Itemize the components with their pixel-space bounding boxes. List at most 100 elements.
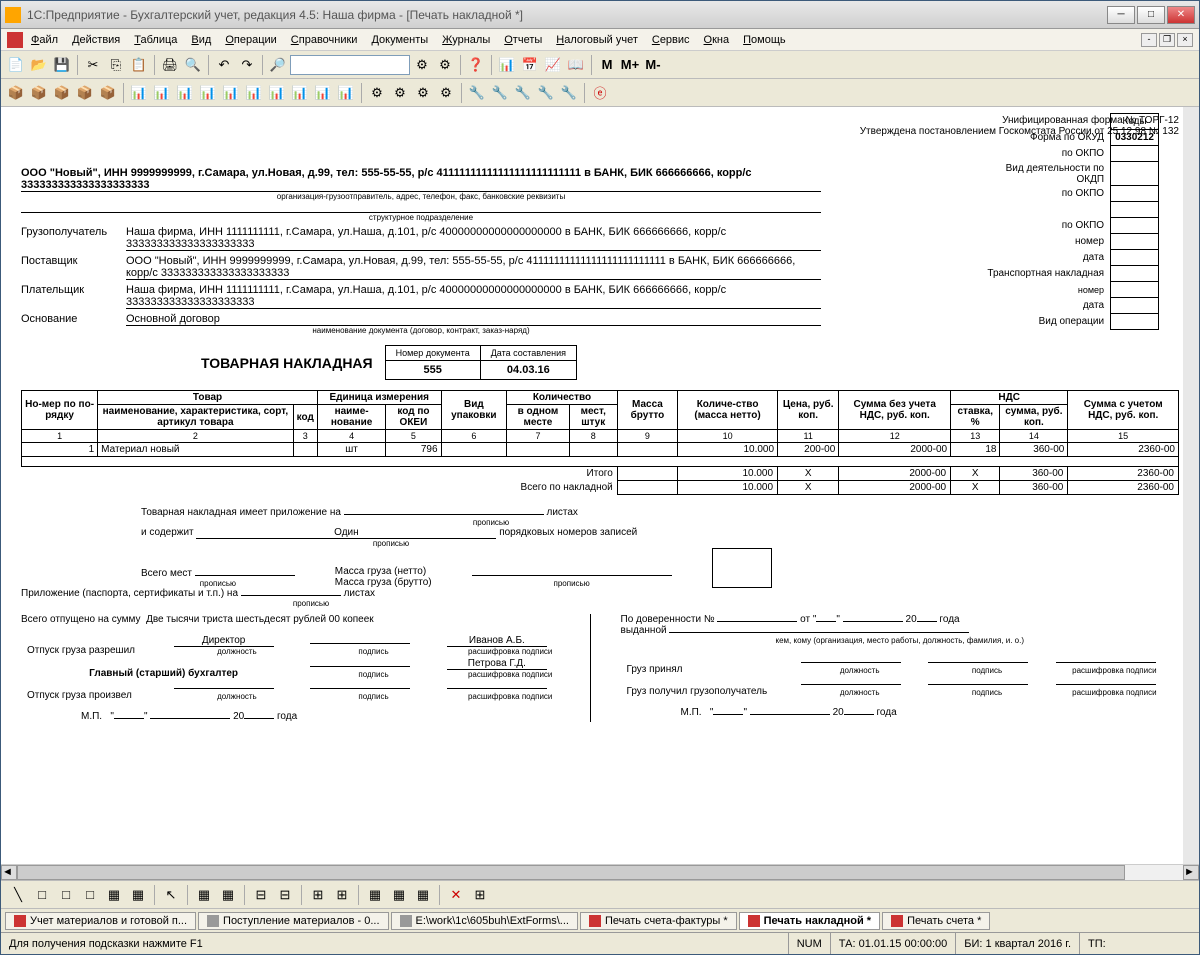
menu-actions[interactable]: Действия	[66, 32, 126, 48]
bt-icon[interactable]: ⊟	[274, 884, 296, 906]
bt-icon[interactable]: □	[79, 884, 101, 906]
tb2-icon[interactable]: ⚙	[389, 82, 411, 104]
tab-icon	[589, 915, 601, 927]
menu-table[interactable]: Таблица	[128, 32, 183, 48]
bt-icon[interactable]: ⊞	[331, 884, 353, 906]
menu-file[interactable]: Файл	[25, 32, 64, 48]
tb2-icon[interactable]: 📦	[74, 82, 96, 104]
tb2-icon[interactable]: ⚙	[435, 82, 457, 104]
tb2-icon[interactable]: 📦	[97, 82, 119, 104]
bt-icon[interactable]: ▦	[217, 884, 239, 906]
menu-help[interactable]: Помощь	[737, 32, 792, 48]
tb2-icon[interactable]: 📦	[5, 82, 27, 104]
mplus-icon[interactable]: M+	[619, 54, 641, 76]
bt-icon[interactable]: ▦	[127, 884, 149, 906]
tab-item[interactable]: Поступление материалов - 0...	[198, 912, 389, 930]
tab-item[interactable]: Учет материалов и готовой п...	[5, 912, 196, 930]
m-icon[interactable]: M	[596, 54, 618, 76]
bt-icon[interactable]: ✕	[445, 884, 467, 906]
minimize-button[interactable]: ─	[1107, 6, 1135, 24]
tb2-icon[interactable]: 📦	[28, 82, 50, 104]
tb2-icon[interactable]: 🔧	[558, 82, 580, 104]
calc-icon[interactable]: 📊	[496, 54, 518, 76]
tb2-icon[interactable]: ⚙	[412, 82, 434, 104]
menu-service[interactable]: Сервис	[646, 32, 696, 48]
tab-item[interactable]: Печать счета *	[882, 912, 990, 930]
tab-item[interactable]: Печать счета-фактуры *	[580, 912, 737, 930]
bottom-toolbar: ╲ □ □ □ ▦ ▦ ↖ ▦ ▦ ⊟ ⊟ ⊞ ⊞ ▦ ▦ ▦ ✕ ⊞	[1, 880, 1199, 908]
print-icon[interactable]: 🖨	[159, 54, 181, 76]
tb2-icon[interactable]: 📊	[174, 82, 196, 104]
menu-catalogs[interactable]: Справочники	[285, 32, 364, 48]
tb2-icon[interactable]: 📊	[197, 82, 219, 104]
close-button[interactable]: ✕	[1167, 6, 1195, 24]
menubar: Файл Действия Таблица Вид Операции Справ…	[1, 29, 1199, 51]
tb-icon-3[interactable]: 📈	[542, 54, 564, 76]
bt-cursor-icon[interactable]: ↖	[160, 884, 182, 906]
app-icon	[5, 7, 21, 23]
toolbar-1: 📄 📂 💾 ✂ ⎘ 📋 🖨 🔍 ↶ ↷ 🔎 ⚙ ⚙ ❓ 📊 📅 📈 📖 M M+…	[1, 51, 1199, 79]
menu-view[interactable]: Вид	[185, 32, 217, 48]
bt-icon[interactable]: ▦	[364, 884, 386, 906]
menu-reports[interactable]: Отчеты	[498, 32, 548, 48]
tb-icon-4[interactable]: 📖	[565, 54, 587, 76]
paste-icon[interactable]: 📋	[128, 54, 150, 76]
copy-icon[interactable]: ⎘	[105, 54, 127, 76]
tab-item[interactable]: E:\work\1c\605buh\ExtForms\...	[391, 912, 578, 930]
maximize-button[interactable]: □	[1137, 6, 1165, 24]
bt-icon[interactable]: ⊞	[469, 884, 491, 906]
sender-text: ООО "Новый", ИНН 9999999999, г.Самара, у…	[21, 167, 821, 192]
undo-icon[interactable]: ↶	[213, 54, 235, 76]
tb-icon-1[interactable]: ⚙	[411, 54, 433, 76]
menu-operations[interactable]: Операции	[219, 32, 282, 48]
bt-icon[interactable]: ▦	[193, 884, 215, 906]
mdi-close[interactable]: ×	[1177, 33, 1193, 47]
save-icon[interactable]: 💾	[51, 54, 73, 76]
tab-item-active[interactable]: Печать накладной *	[739, 912, 880, 930]
menu-tax[interactable]: Налоговый учет	[550, 32, 644, 48]
tb2-icon[interactable]: 📊	[335, 82, 357, 104]
tb2-icon[interactable]: 📊	[289, 82, 311, 104]
tb-icon-2[interactable]: ⚙	[434, 54, 456, 76]
mdi-minimize[interactable]: -	[1141, 33, 1157, 47]
tb2-icon[interactable]: 📊	[312, 82, 334, 104]
horizontal-scrollbar[interactable]: ◄ ►	[1, 864, 1199, 880]
tb2-icon[interactable]: 🔧	[512, 82, 534, 104]
bt-icon[interactable]: ▦	[412, 884, 434, 906]
tb2-icon[interactable]: 📊	[243, 82, 265, 104]
bt-icon[interactable]: ▦	[388, 884, 410, 906]
menu-journals[interactable]: Журналы	[436, 32, 496, 48]
preview-icon[interactable]: 🔍	[182, 54, 204, 76]
tb2-icon[interactable]: 🔧	[466, 82, 488, 104]
open-icon[interactable]: 📂	[28, 54, 50, 76]
tb2-icon[interactable]: 📊	[151, 82, 173, 104]
tb2-icon[interactable]: 📦	[51, 82, 73, 104]
toolbar-2: 📦 📦 📦 📦 📦 📊 📊 📊 📊 📊 📊 📊 📊 📊 📊 ⚙ ⚙ ⚙ ⚙ 🔧 …	[1, 79, 1199, 107]
find-icon[interactable]: 🔎	[267, 54, 289, 76]
bt-icon[interactable]: ▦	[103, 884, 125, 906]
redo-icon[interactable]: ↷	[236, 54, 258, 76]
tb2-icon[interactable]: ⚙	[366, 82, 388, 104]
table-row: 1 Материал новый шт 796 10.000 200-00 20…	[22, 443, 1179, 457]
menu-documents[interactable]: Документы	[365, 32, 434, 48]
cut-icon[interactable]: ✂	[82, 54, 104, 76]
bt-icon[interactable]: □	[31, 884, 53, 906]
menu-windows[interactable]: Окна	[698, 32, 736, 48]
mdi-restore[interactable]: ❐	[1159, 33, 1175, 47]
exit-icon[interactable]: ⓔ	[589, 82, 611, 104]
bt-icon[interactable]: ╲	[7, 884, 29, 906]
bt-icon[interactable]: ⊟	[250, 884, 272, 906]
search-combo[interactable]	[290, 55, 410, 75]
tb2-icon[interactable]: 📊	[128, 82, 150, 104]
bt-icon[interactable]: □	[55, 884, 77, 906]
new-icon[interactable]: 📄	[5, 54, 27, 76]
bt-icon[interactable]: ⊞	[307, 884, 329, 906]
mminus-icon[interactable]: M-	[642, 54, 664, 76]
tb2-icon[interactable]: 📊	[220, 82, 242, 104]
vertical-scrollbar[interactable]	[1183, 107, 1199, 864]
tb2-icon[interactable]: 🔧	[489, 82, 511, 104]
help-icon[interactable]: ❓	[465, 54, 487, 76]
calendar-icon[interactable]: 📅	[519, 54, 541, 76]
tb2-icon[interactable]: 📊	[266, 82, 288, 104]
tb2-icon[interactable]: 🔧	[535, 82, 557, 104]
